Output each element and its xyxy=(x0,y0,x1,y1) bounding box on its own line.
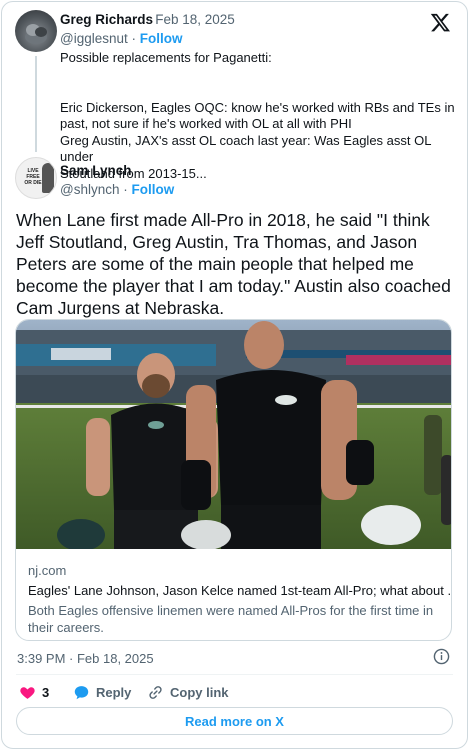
text-line: Greg Austin, JAX's asst OL coach last ye… xyxy=(60,132,431,165)
link-title[interactable]: Eagles' Lane Johnson, Jason Kelce named … xyxy=(28,583,451,598)
x-logo-icon[interactable] xyxy=(430,12,451,33)
text-line: Possible replacements for Paganetti: xyxy=(60,50,272,65)
handle-line: @shlynch · Follow xyxy=(60,182,174,197)
link-icon xyxy=(149,686,162,699)
copy-link-button[interactable]: Copy link xyxy=(147,684,229,701)
heart-icon xyxy=(20,687,35,699)
avatar-text: LIVE FREE OR DIE xyxy=(24,168,42,186)
author-name[interactable]: Sam Lynch xyxy=(60,163,132,178)
text-line: Eric Dickerson, Eagles OQC: know he's wo… xyxy=(60,99,455,115)
copy-link-label: Copy link xyxy=(170,685,229,700)
reply-label: Reply xyxy=(96,685,132,700)
follow-button[interactable]: Follow xyxy=(132,182,175,197)
reply-icon xyxy=(74,686,89,700)
info-icon[interactable] xyxy=(433,648,450,665)
tweet-timestamp[interactable]: 3:39 PM · Feb 18, 2025 xyxy=(17,651,154,666)
author-handle[interactable]: @igglesnut xyxy=(60,31,128,46)
link-domain: nj.com xyxy=(28,563,67,578)
dot-separator: · xyxy=(123,182,132,197)
reply-button[interactable]: Reply xyxy=(73,684,131,701)
read-more-button[interactable]: Read more on X xyxy=(16,707,453,735)
follow-button[interactable]: Follow xyxy=(140,31,183,46)
link-description: Both Eagles offensive linemen were named… xyxy=(28,603,434,635)
avatar[interactable]: LIVE FREE OR DIE xyxy=(15,157,57,199)
author-handle[interactable]: @shlynch xyxy=(60,182,119,197)
date-line: · Feb 18, 2025 xyxy=(147,12,235,27)
dot-separator: · xyxy=(147,12,156,27)
link-preview-image xyxy=(16,320,451,549)
avatar[interactable] xyxy=(15,10,57,52)
dot-separator: · xyxy=(131,31,140,46)
tweet-text: When Lane first made All-Pro in 2018, he… xyxy=(16,210,451,318)
avatar-photo xyxy=(25,24,47,44)
text-line: past, not sure if he's worked with OL at… xyxy=(60,116,352,131)
link-preview-card[interactable]: nj.com Eagles' Lane Johnson, Jason Kelce… xyxy=(15,319,452,641)
like-button[interactable]: 3 xyxy=(19,684,49,701)
like-count: 3 xyxy=(42,685,50,700)
thread-connector xyxy=(35,56,37,152)
author-name[interactable]: Greg Richards xyxy=(60,12,153,27)
divider xyxy=(16,674,453,675)
tweet-date[interactable]: Feb 18, 2025 xyxy=(155,12,235,27)
avatar-figure xyxy=(42,163,54,193)
handle-line: @igglesnut · Follow xyxy=(60,31,183,46)
